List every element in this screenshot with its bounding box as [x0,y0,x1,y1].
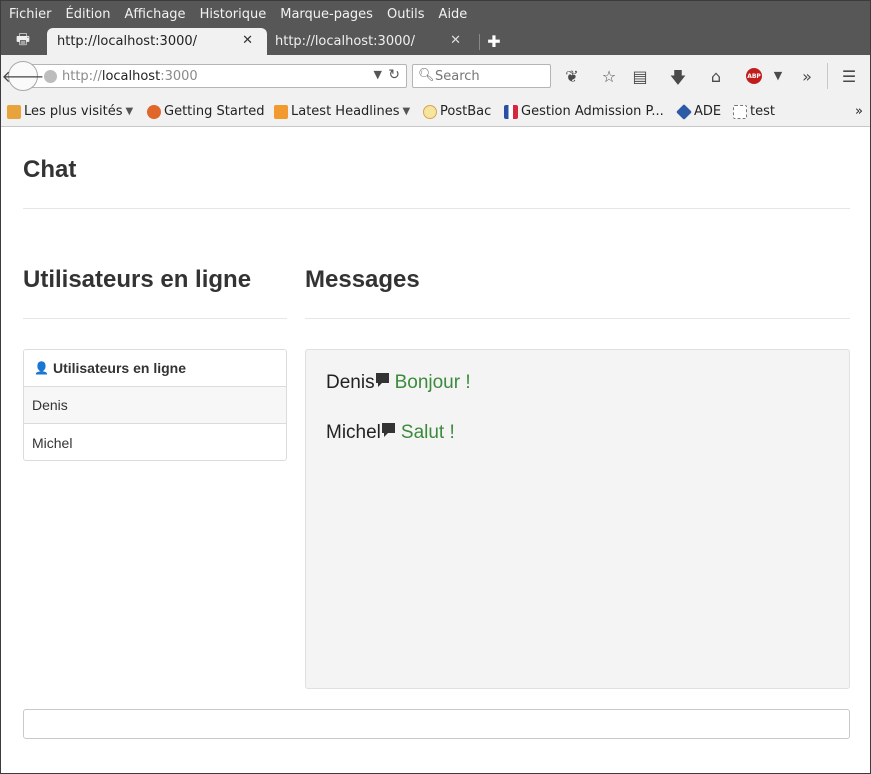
message-item: Denis Bonjour ! [326,372,829,394]
home-icon[interactable]: ⌂ [706,67,726,86]
user-list-item: Denis [24,387,286,424]
flag-fr-icon [504,104,518,119]
menu-affichage[interactable]: Affichage [124,7,185,22]
navigation-toolbar: http://localhost:3000 ▼ ↻ 🡐 🔍︎ ❦ ☆ ▤ 🡇 ⌂… [1,55,870,97]
tab-divider [479,34,480,50]
tab-inactive[interactable]: http://localhost:3000/ ✕ [265,28,475,55]
bookmarks-toolbar: Les plus visités ▼ Getting Started Lates… [1,97,870,127]
star-icon[interactable]: ☆ [599,67,619,86]
messages-area: Denis Bonjour ! Michel Salut ! [305,349,850,689]
browser-window: Fichier Édition Affichage Historique Mar… [0,0,871,774]
bookmark-postbac[interactable]: PostBac [423,104,491,119]
hamburger-menu-icon[interactable]: ☰ [839,67,859,86]
bookmark-getting-started[interactable]: Getting Started [147,104,265,119]
menu-edition[interactable]: Édition [66,7,111,22]
user-icon: 👤 [34,361,49,375]
hello-icon[interactable]: ❦ [562,67,582,86]
tab-title: http://localhost:3000/ [57,34,198,49]
users-panel: 👤 Utilisateurs en ligne Denis Michel [23,349,287,461]
page-icon [733,104,747,119]
chevron-down-icon[interactable]: ▼ [768,69,788,82]
new-tab-button[interactable]: ✚ [485,28,503,55]
search-input[interactable] [435,67,545,85]
message-input[interactable] [23,709,850,739]
globe-icon [44,70,57,83]
url-text[interactable]: http://localhost:3000 [62,69,198,84]
reading-list-icon[interactable]: ▤ [630,67,650,86]
comment-icon [381,423,395,437]
menu-fichier[interactable]: Fichier [9,7,52,22]
menu-historique[interactable]: Historique [200,7,267,22]
message-item: Michel Salut ! [326,422,829,444]
message-text: Bonjour ! [394,372,471,393]
chevron-down-icon: ▼ [402,106,411,117]
firefox-icon [147,104,161,119]
users-panel-heading: 👤 Utilisateurs en ligne [24,350,286,387]
search-icon: 🔍︎ [418,68,435,83]
message-author: Michel [326,422,381,443]
close-icon[interactable]: ✕ [450,33,461,48]
title-divider [23,208,850,209]
messages-divider [305,318,850,319]
printer-icon[interactable]: 🖶 [1,28,45,55]
postbac-icon [423,104,437,119]
rss-icon [274,104,288,119]
overflow-chevron-icon[interactable]: » [797,67,817,86]
close-icon[interactable]: ✕ [242,33,253,48]
bookmark-les-plus-visites[interactable]: Les plus visités ▼ [7,104,133,119]
page-content: Chat Utilisateurs en ligne Messages 👤 Ut… [1,128,870,773]
chevron-down-icon: ▼ [125,106,134,117]
message-text: Salut ! [400,422,455,443]
users-section-title: Utilisateurs en ligne [23,266,252,293]
menu-outils[interactable]: Outils [387,7,425,22]
bookmark-gestion-admission[interactable]: Gestion Admission P... [504,104,664,119]
url-bar[interactable]: http://localhost:3000 ▼ ↻ [25,64,407,88]
arrow-left-icon: 🡐 [1,67,45,86]
toolbar-divider [827,63,828,89]
download-icon[interactable]: 🡇 [668,67,688,94]
tab-strip: 🖶 http://localhost:3000/ ✕ http://localh… [1,28,870,55]
comment-icon [375,373,389,387]
tab-title: http://localhost:3000/ [275,34,416,49]
adblock-icon[interactable]: ABP [746,68,762,84]
bookmark-test[interactable]: test [733,104,775,119]
back-button[interactable]: 🡐 [2,61,44,91]
user-list-item: Michel [32,434,73,451]
bookmarks-overflow-icon[interactable]: » [855,104,863,119]
messages-section-title: Messages [305,266,420,293]
reload-icon[interactable]: ↻ [388,67,400,83]
tab-active[interactable]: http://localhost:3000/ ✕ [47,28,267,55]
menu-marque-pages[interactable]: Marque-pages [280,7,373,22]
users-divider [23,318,287,319]
message-author: Denis [326,372,375,393]
search-bar[interactable]: 🔍︎ [412,64,551,88]
chevron-down-icon[interactable]: ▼ [374,68,382,81]
menu-bar: Fichier Édition Affichage Historique Mar… [1,1,870,28]
page-title: Chat [23,156,77,183]
bookmark-ade[interactable]: ADE [676,103,721,120]
bookmark-latest-headlines[interactable]: Latest Headlines ▼ [274,104,410,119]
folder-icon [7,104,21,119]
menu-aide[interactable]: Aide [439,7,468,22]
ade-icon [676,103,692,120]
